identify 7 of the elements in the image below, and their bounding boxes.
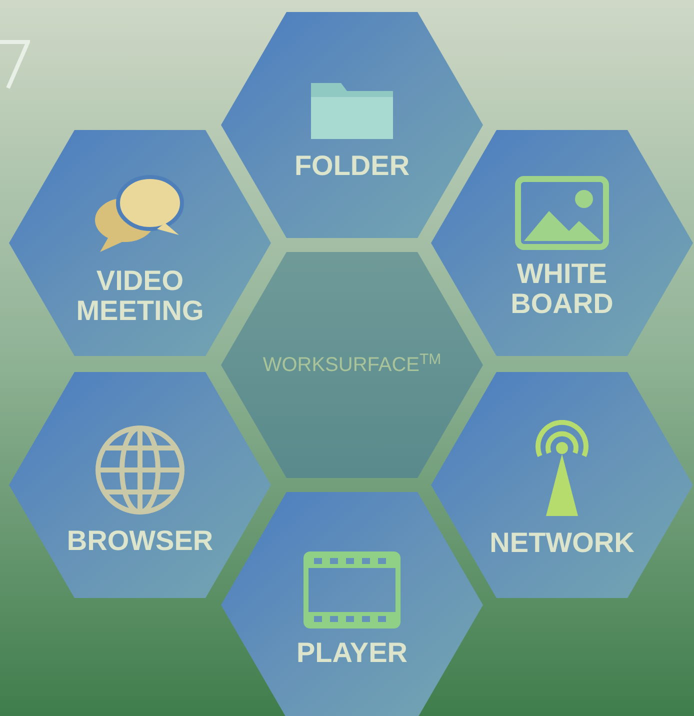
network-tile[interactable]: NETWORK <box>431 372 693 598</box>
folder-tile[interactable]: FOLDER <box>221 12 483 238</box>
film-icon <box>302 550 402 630</box>
player-tile[interactable]: PLAYER <box>221 492 483 716</box>
image-icon <box>514 175 610 251</box>
video-meeting-tile[interactable]: VIDEO MEETING <box>9 130 271 356</box>
browser-tile[interactable]: BROWSER <box>9 372 271 598</box>
